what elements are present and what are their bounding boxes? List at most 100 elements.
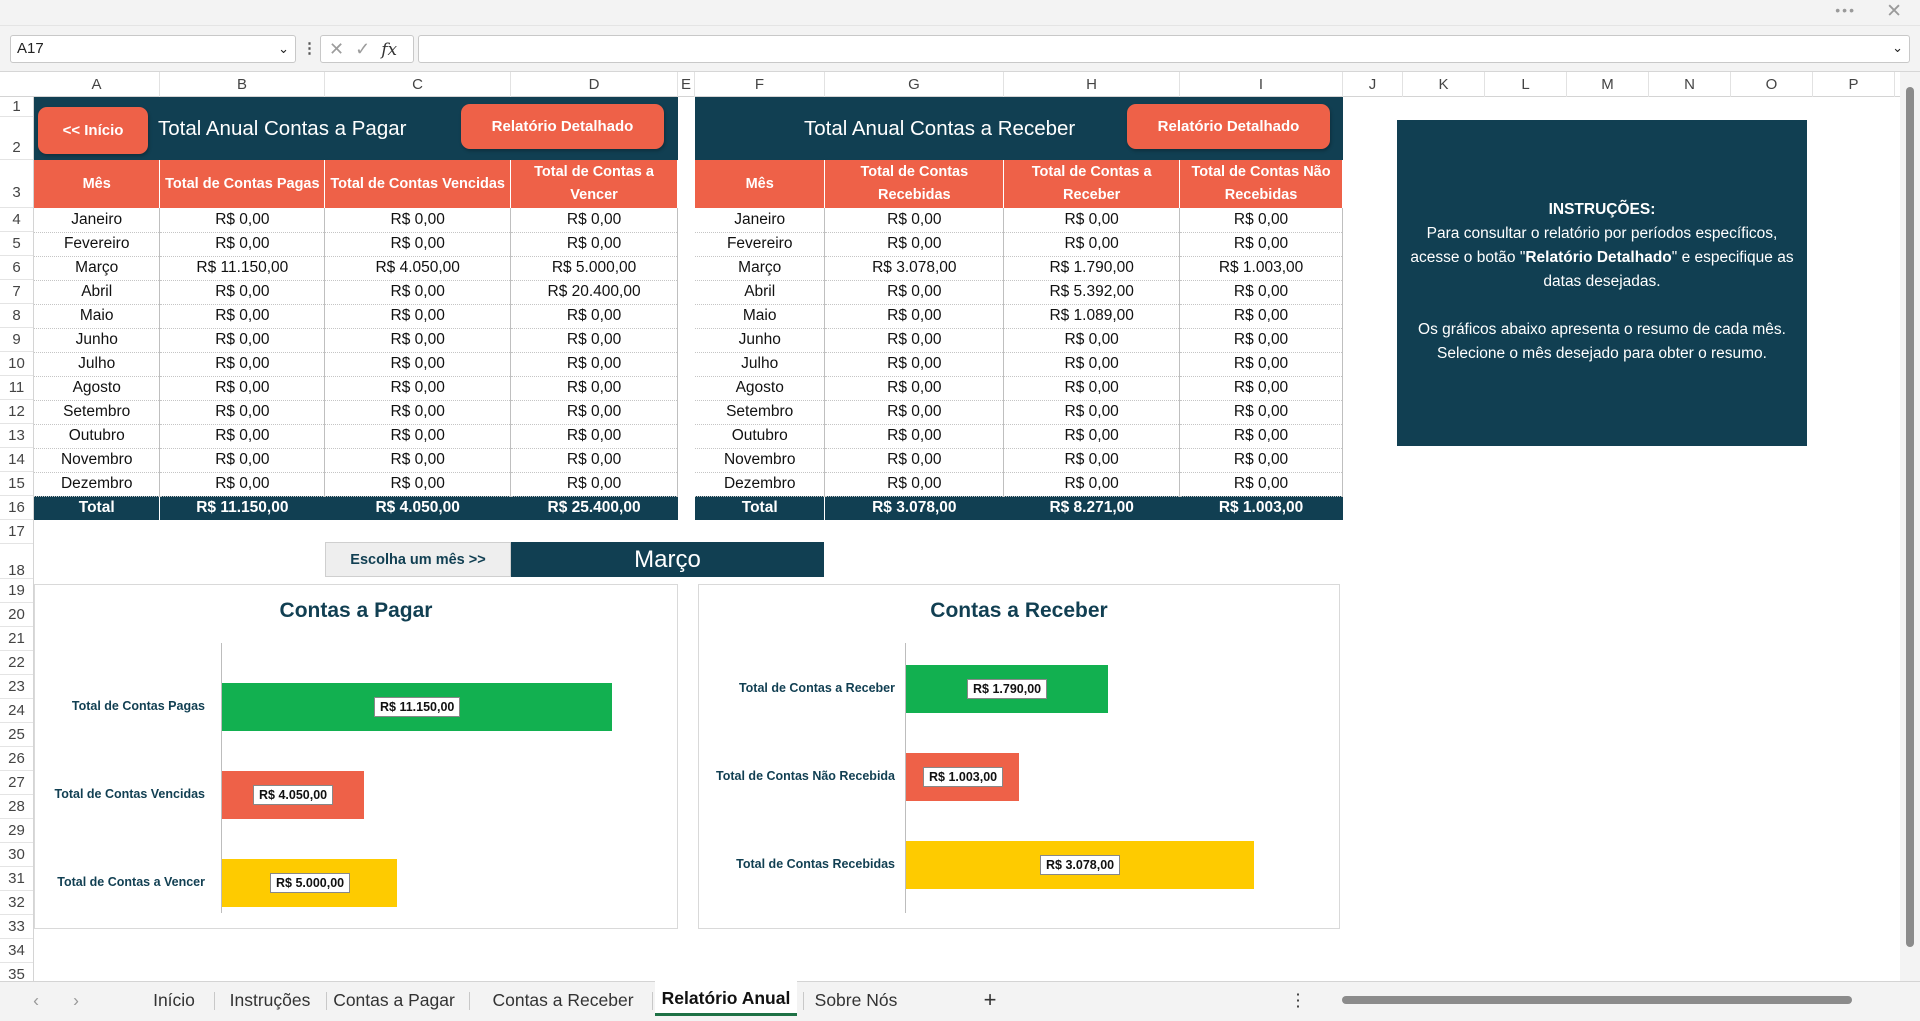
table-cell[interactable]: Outubro xyxy=(34,424,161,449)
table-cell[interactable]: Total de Contas a Vencer xyxy=(510,160,678,208)
row-header-13[interactable]: 13 xyxy=(0,424,33,448)
table-cell[interactable]: Abril xyxy=(695,280,826,305)
pagar-detail-button[interactable]: Relatório Detalhado xyxy=(461,104,664,149)
row-header-12[interactable]: 12 xyxy=(0,400,33,424)
table-cell[interactable]: Março xyxy=(34,256,161,281)
column-header-p[interactable]: P xyxy=(1813,72,1895,97)
chevron-down-icon[interactable]: ⌄ xyxy=(278,36,289,62)
sheet-tab[interactable]: Contas a Receber xyxy=(480,982,646,1018)
table-cell[interactable]: R$ 0,00 xyxy=(824,376,1005,401)
table-cell[interactable]: Mês xyxy=(695,160,826,208)
table-cell[interactable]: R$ 1.003,00 xyxy=(1179,496,1343,520)
table-cell[interactable]: R$ 0,00 xyxy=(1179,472,1343,497)
table-cell[interactable]: Novembro xyxy=(34,448,161,473)
table-cell[interactable]: Agosto xyxy=(34,376,161,401)
table-cell[interactable]: R$ 8.271,00 xyxy=(1003,496,1181,520)
chart-contas-pagar[interactable]: Contas a Pagar Total de Contas Pagas R$ 1… xyxy=(34,584,678,929)
sheet-tab[interactable]: Sobre Nós xyxy=(805,982,907,1018)
table-cell[interactable]: Total de Contas Não Recebidas xyxy=(1179,160,1343,208)
table-cell[interactable]: R$ 25.400,00 xyxy=(510,496,678,520)
table-cell[interactable]: Total xyxy=(34,496,161,520)
table-cell[interactable]: R$ 0,00 xyxy=(510,376,678,401)
table-cell[interactable]: R$ 0,00 xyxy=(824,328,1005,353)
table-cell[interactable]: Total de Contas Vencidas xyxy=(324,160,512,208)
column-header-i[interactable]: I xyxy=(1180,72,1343,97)
row-header-18[interactable]: 18 xyxy=(0,544,33,579)
vertical-scroll-thumb[interactable] xyxy=(1906,87,1914,947)
table-cell[interactable]: Novembro xyxy=(695,448,826,473)
inicio-button[interactable]: << Início xyxy=(38,107,148,154)
table-cell[interactable]: Julho xyxy=(34,352,161,377)
column-header-f[interactable]: F xyxy=(695,72,825,97)
row-header-20[interactable]: 20 xyxy=(0,603,33,627)
row-header-5[interactable]: 5 xyxy=(0,232,33,256)
column-header-h[interactable]: H xyxy=(1004,72,1180,97)
row-header-15[interactable]: 15 xyxy=(0,472,33,496)
more-vertical-icon[interactable]: ⋮ xyxy=(302,39,317,57)
table-cell[interactable]: R$ 0,00 xyxy=(324,400,512,425)
table-cell[interactable]: R$ 0,00 xyxy=(159,208,326,233)
table-cell[interactable]: R$ 0,00 xyxy=(1179,448,1343,473)
table-cell[interactable]: R$ 0,00 xyxy=(324,280,512,305)
column-header-b[interactable]: B xyxy=(160,72,325,97)
row-header-27[interactable]: 27 xyxy=(0,771,33,795)
table-cell[interactable]: R$ 0,00 xyxy=(510,208,678,233)
sheet-tab[interactable]: Instruções xyxy=(220,982,320,1018)
table-cell[interactable]: Outubro xyxy=(695,424,826,449)
table-cell[interactable]: R$ 0,00 xyxy=(1003,232,1181,257)
row-header-4[interactable]: 4 xyxy=(0,208,33,232)
row-header-9[interactable]: 9 xyxy=(0,328,33,352)
column-header-o[interactable]: O xyxy=(1731,72,1813,97)
row-header-14[interactable]: 14 xyxy=(0,448,33,472)
more-options-icon[interactable]: ••• xyxy=(1835,2,1856,18)
table-cell[interactable]: Setembro xyxy=(34,400,161,425)
table-cell[interactable]: R$ 0,00 xyxy=(1003,472,1181,497)
table-cell[interactable]: R$ 0,00 xyxy=(1179,352,1343,377)
column-header-k[interactable]: K xyxy=(1403,72,1485,97)
cancel-icon[interactable]: ✕ xyxy=(329,39,344,59)
table-cell[interactable]: R$ 0,00 xyxy=(1003,400,1181,425)
table-cell[interactable]: R$ 0,00 xyxy=(324,448,512,473)
table-cell[interactable]: R$ 0,00 xyxy=(510,472,678,497)
column-header-a[interactable]: A xyxy=(34,72,160,97)
table-cell[interactable]: Dezembro xyxy=(34,472,161,497)
table-cell[interactable]: R$ 0,00 xyxy=(824,424,1005,449)
table-cell[interactable]: Janeiro xyxy=(695,208,826,233)
row-header-24[interactable]: 24 xyxy=(0,699,33,723)
table-cell[interactable]: R$ 1.003,00 xyxy=(1179,256,1343,281)
sheet-tab[interactable]: Contas a Pagar xyxy=(325,982,463,1018)
table-cell[interactable]: R$ 0,00 xyxy=(159,280,326,305)
row-header-21[interactable]: 21 xyxy=(0,627,33,651)
table-cell[interactable]: R$ 0,00 xyxy=(324,472,512,497)
row-header-34[interactable]: 34 xyxy=(0,939,33,963)
table-cell[interactable]: Fevereiro xyxy=(34,232,161,257)
table-cell[interactable]: R$ 0,00 xyxy=(1179,424,1343,449)
table-cell[interactable]: R$ 0,00 xyxy=(824,448,1005,473)
table-cell[interactable]: R$ 0,00 xyxy=(510,424,678,449)
table-cell[interactable]: R$ 0,00 xyxy=(510,328,678,353)
table-cell[interactable]: Janeiro xyxy=(34,208,161,233)
table-cell[interactable]: R$ 0,00 xyxy=(1179,280,1343,305)
table-cell[interactable]: Abril xyxy=(34,280,161,305)
close-icon[interactable]: ✕ xyxy=(1886,0,1902,23)
table-cell[interactable]: R$ 0,00 xyxy=(1003,328,1181,353)
more-vertical-icon[interactable]: ⋮ xyxy=(1288,982,1308,1018)
row-header-31[interactable]: 31 xyxy=(0,867,33,891)
table-cell[interactable]: Dezembro xyxy=(695,472,826,497)
table-cell[interactable]: Maio xyxy=(34,304,161,329)
row-header-33[interactable]: 33 xyxy=(0,915,33,939)
table-cell[interactable]: R$ 0,00 xyxy=(1003,424,1181,449)
table-cell[interactable]: R$ 0,00 xyxy=(324,376,512,401)
table-cell[interactable]: R$ 0,00 xyxy=(159,376,326,401)
table-cell[interactable]: R$ 0,00 xyxy=(510,352,678,377)
row-header-22[interactable]: 22 xyxy=(0,651,33,675)
row-header-26[interactable]: 26 xyxy=(0,747,33,771)
row-header-2[interactable]: 2 xyxy=(0,117,33,160)
table-cell[interactable]: R$ 0,00 xyxy=(824,232,1005,257)
table-cell[interactable]: R$ 0,00 xyxy=(510,232,678,257)
table-cell[interactable]: R$ 0,00 xyxy=(159,304,326,329)
table-cell[interactable]: R$ 0,00 xyxy=(159,400,326,425)
row-header-19[interactable]: 19 xyxy=(0,579,33,603)
table-cell[interactable]: R$ 0,00 xyxy=(1179,304,1343,329)
table-cell[interactable]: R$ 0,00 xyxy=(159,352,326,377)
